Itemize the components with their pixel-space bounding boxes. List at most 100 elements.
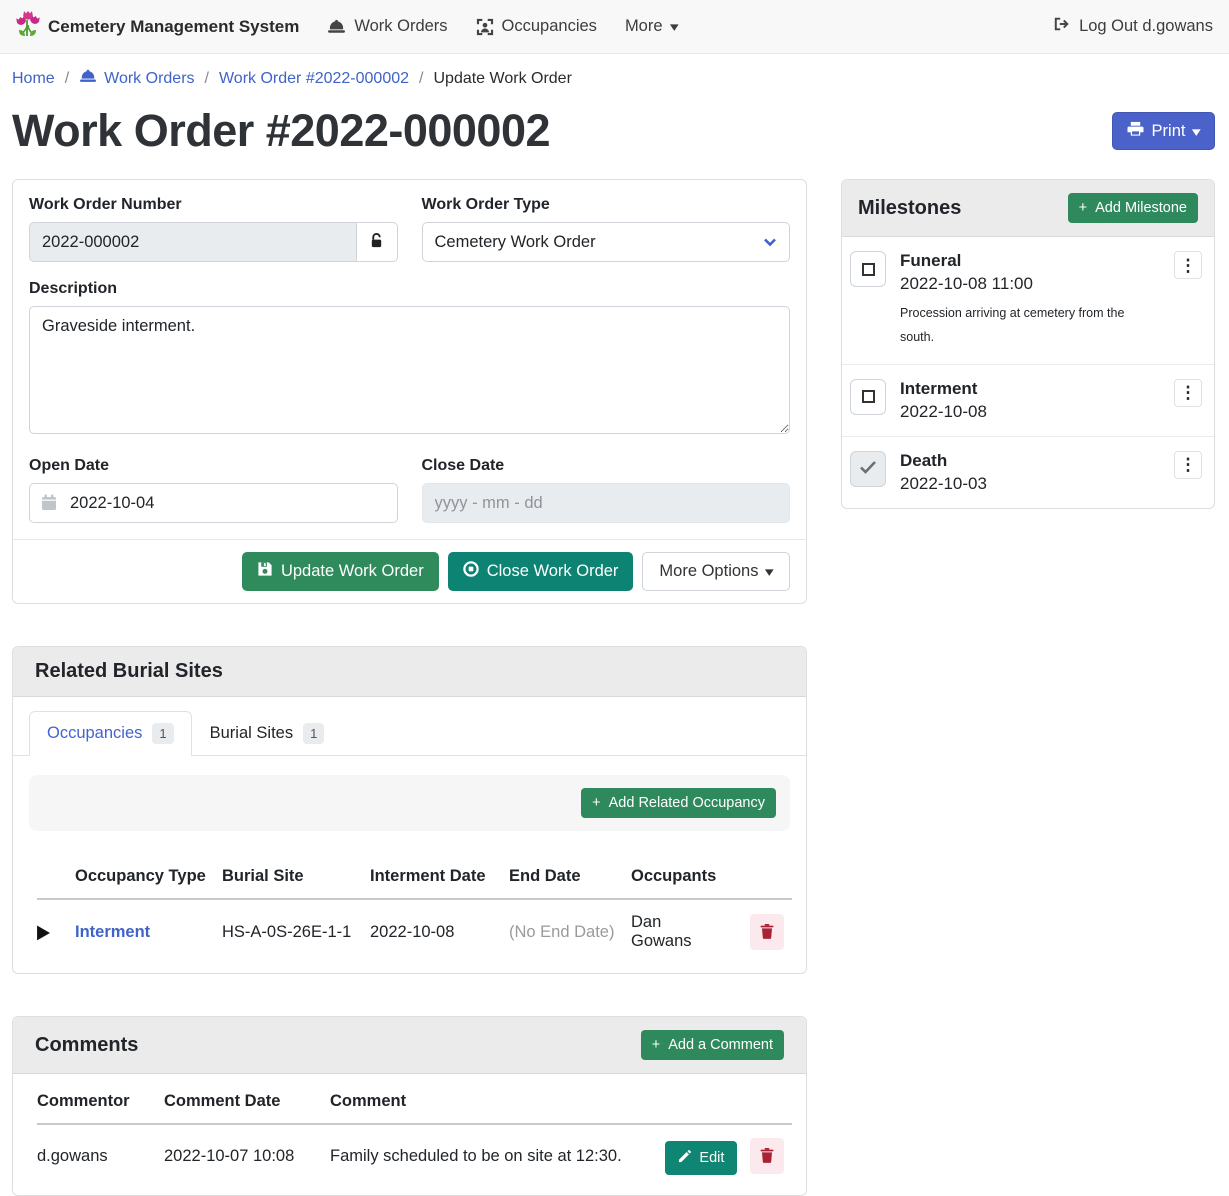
expand-row-icon[interactable]: ▶ (37, 921, 50, 944)
tab-occupancies[interactable]: Occupancies 1 (29, 711, 192, 756)
update-work-order-button[interactable]: Update Work Order (242, 552, 439, 591)
milestone-title: Interment (900, 379, 1160, 399)
interment-date-value: 2022-10-08 (370, 899, 509, 965)
kebab-icon: ⋮ (1180, 257, 1197, 274)
unlock-button[interactable] (357, 222, 398, 262)
app-brand[interactable]: Cemetery Management System (16, 10, 299, 43)
milestones-title: Milestones (858, 197, 961, 220)
col-burial-site: Burial Site (222, 857, 370, 899)
chevron-down-icon: ▾ (669, 20, 678, 33)
top-navbar: Cemetery Management System Work Orders O… (0, 0, 1229, 54)
milestones-card: Milestones + Add Milestone Funeral 2022-… (841, 179, 1215, 509)
tab-burial-sites[interactable]: Burial Sites 1 (192, 711, 343, 756)
close-date-label: Close Date (422, 457, 791, 475)
work-order-form-card: Work Order Number (12, 179, 807, 604)
add-comment-button[interactable]: + Add a Comment (641, 1030, 784, 1060)
add-milestone-button[interactable]: + Add Milestone (1068, 193, 1198, 223)
nav-work-orders[interactable]: Work Orders (327, 17, 447, 36)
more-options-label: More Options (659, 562, 758, 581)
comment-date-value: 2022-10-07 10:08 (164, 1124, 330, 1189)
milestone-item-funeral: Funeral 2022-10-08 11:00 Procession arri… (842, 237, 1214, 365)
related-burial-sites-card: Related Burial Sites Occupancies 1 Buria… (12, 646, 807, 974)
milestone-title: Death (900, 451, 1160, 471)
person-bounding-box-icon (476, 18, 494, 36)
milestone-checkbox-checked[interactable] (850, 451, 886, 487)
check-icon (859, 460, 877, 477)
calendar-icon (41, 494, 57, 516)
description-label: Description (29, 280, 790, 298)
close-work-order-button[interactable]: Close Work Order (448, 552, 634, 591)
milestone-checkbox[interactable] (850, 379, 886, 415)
occupancies-toolbar: + Add Related Occupancy (29, 775, 790, 831)
milestone-menu-button[interactable]: ⋮ (1174, 251, 1202, 279)
brand-label: Cemetery Management System (48, 17, 299, 37)
chevron-down-icon (763, 235, 777, 254)
breadcrumb: Home / Work Orders / Work Order #2022-00… (0, 54, 1229, 99)
milestone-menu-button[interactable]: ⋮ (1174, 451, 1202, 479)
open-date-input[interactable] (29, 483, 398, 523)
hard-hat-icon (327, 18, 346, 35)
comments-card: Comments + Add a Comment Commentor Comme… (12, 1016, 807, 1196)
comments-table: Commentor Comment Date Comment d.gowans … (37, 1082, 792, 1189)
burial-sites-count-badge: 1 (303, 723, 324, 744)
trash-icon (760, 923, 774, 942)
print-button[interactable]: Print ▾ (1112, 112, 1215, 150)
square-icon (862, 263, 875, 276)
hard-hat-icon (79, 68, 97, 89)
milestone-description: Procession arriving at cemetery from the… (900, 302, 1160, 350)
occupancy-type-link[interactable]: Interment (75, 923, 150, 941)
close-work-order-label: Close Work Order (487, 562, 619, 581)
edit-comment-button[interactable]: Edit (665, 1141, 737, 1175)
add-related-occupancy-button[interactable]: + Add Related Occupancy (581, 788, 776, 818)
work-order-type-label: Work Order Type (422, 196, 791, 214)
more-options-button[interactable]: More Options ▾ (642, 552, 790, 591)
milestone-title: Funeral (900, 251, 1160, 271)
pencil-icon (678, 1150, 691, 1167)
delete-occupancy-button[interactable] (750, 914, 784, 950)
nav-more[interactable]: More ▾ (625, 17, 677, 36)
logout-label: Log Out d.gowans (1079, 17, 1213, 36)
plus-icon: + (652, 1037, 660, 1053)
comment-value: Family scheduled to be on site at 12:30. (330, 1124, 662, 1189)
breadcrumb-work-order-number[interactable]: Work Order #2022-000002 (219, 70, 409, 88)
breadcrumb-home[interactable]: Home (12, 70, 55, 88)
end-date-value: (No End Date) (509, 899, 631, 965)
caret-down-icon: ▾ (765, 565, 774, 578)
logout-icon (1053, 16, 1071, 37)
stop-circle-icon (463, 561, 479, 582)
breadcrumb-work-orders[interactable]: Work Orders (79, 68, 194, 89)
print-label: Print (1152, 122, 1186, 141)
kebab-icon: ⋮ (1180, 456, 1197, 473)
related-tabs: Occupancies 1 Burial Sites 1 (13, 711, 806, 756)
occupancy-row: ▶ Interment HS-A-0S-26E-1-1 2022-10-08 (… (37, 899, 792, 965)
open-date-label: Open Date (29, 457, 398, 475)
milestone-date: 2022-10-03 (900, 474, 1160, 494)
caret-down-icon: ▾ (1192, 125, 1201, 138)
nav-work-orders-label: Work Orders (354, 17, 447, 36)
comment-row: d.gowans 2022-10-07 10:08 Family schedul… (37, 1124, 792, 1189)
occupants-value: Dan Gowans (631, 899, 733, 965)
comments-title: Comments (35, 1034, 138, 1057)
close-date-input (422, 483, 791, 523)
plus-icon: + (1079, 200, 1087, 216)
col-occupancy-type: Occupancy Type (75, 857, 222, 899)
description-textarea[interactable]: Graveside interment. (29, 306, 790, 434)
milestone-menu-button[interactable]: ⋮ (1174, 379, 1202, 407)
page-title: Work Order #2022-000002 (12, 105, 550, 157)
work-order-type-select[interactable]: Cemetery Work Order (422, 222, 791, 262)
update-work-order-label: Update Work Order (281, 562, 424, 581)
unlock-icon (369, 232, 384, 252)
col-interment-date: Interment Date (370, 857, 509, 899)
save-icon (257, 561, 273, 582)
trash-icon (760, 1147, 774, 1166)
col-comment: Comment (330, 1082, 662, 1124)
work-order-number-label: Work Order Number (29, 196, 398, 214)
logout-button[interactable]: Log Out d.gowans (1053, 16, 1213, 37)
milestone-checkbox[interactable] (850, 251, 886, 287)
nav-occupancies[interactable]: Occupancies (476, 17, 597, 36)
col-occupants: Occupants (631, 857, 733, 899)
breadcrumb-current: Update Work Order (433, 70, 571, 88)
burial-site-value: HS-A-0S-26E-1-1 (222, 899, 370, 965)
commentor-value: d.gowans (37, 1124, 164, 1189)
delete-comment-button[interactable] (750, 1138, 784, 1174)
